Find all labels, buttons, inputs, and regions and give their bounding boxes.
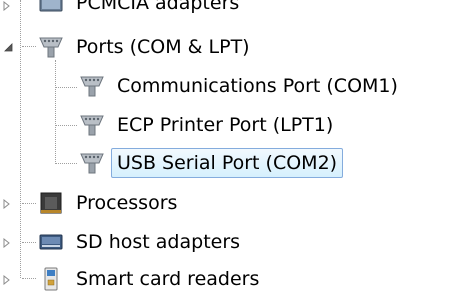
- tree-item-label: USB Serial Port (COM2): [111, 148, 344, 178]
- port-connector-icon: [77, 71, 107, 101]
- tree-connector-line: [55, 125, 77, 126]
- expand-arrow-icon[interactable]: [1, 198, 13, 210]
- tree-item-label: Processors: [76, 192, 178, 214]
- tree-item-label: Communications Port (COM1): [117, 75, 398, 97]
- port-connector-icon: [36, 32, 66, 62]
- smart-card-reader-icon: [36, 264, 66, 294]
- tree-connector-line: [55, 163, 77, 164]
- tree-item-label: PCMCIA adapters: [76, 0, 240, 14]
- sd-host-adapter-icon: [36, 227, 66, 257]
- pcmcia-adapter-icon: [36, 0, 66, 18]
- expand-arrow-icon[interactable]: [1, 237, 13, 249]
- tree-connector-line: [22, 278, 36, 279]
- tree-item-processors[interactable]: Processors: [36, 186, 183, 220]
- tree-item-pcmcia-adapters[interactable]: PCMCIA adapters: [36, 0, 245, 20]
- expand-arrow-icon[interactable]: [1, 274, 13, 286]
- port-connector-icon: [77, 110, 107, 140]
- tree-item-label: ECP Printer Port (LPT1): [117, 114, 334, 136]
- tree-item-usb-serial-port[interactable]: USB Serial Port (COM2): [77, 146, 344, 180]
- tree-item-smart-card-readers[interactable]: Smart card readers: [36, 262, 265, 296]
- tree-item-communications-port[interactable]: Communications Port (COM1): [77, 69, 404, 103]
- tree-item-ecp-printer-port[interactable]: ECP Printer Port (LPT1): [77, 108, 339, 142]
- tree-connector-line: [22, 242, 36, 243]
- port-connector-icon: [77, 148, 107, 178]
- tree-item-ports[interactable]: Ports (COM & LPT): [36, 30, 256, 64]
- tree-item-label: Smart card readers: [76, 268, 260, 290]
- tree-connector-line: [22, 203, 36, 204]
- device-manager-tree: PCMCIA adapters Ports (COM & LPT) Commun…: [0, 0, 467, 299]
- tree-connector-line: [55, 87, 77, 88]
- tree-item-label: SD host adapters: [76, 231, 241, 253]
- tree-connector-line: [20, 0, 21, 278]
- tree-connector-line: [22, 46, 36, 47]
- tree-item-sd-host-adapters[interactable]: SD host adapters: [36, 225, 246, 259]
- tree-item-label: Ports (COM & LPT): [76, 36, 250, 58]
- tree-connector-line: [55, 60, 56, 164]
- expand-arrow-icon[interactable]: [1, 0, 13, 12]
- collapse-arrow-icon[interactable]: [3, 42, 15, 54]
- processor-chip-icon: [36, 188, 66, 218]
